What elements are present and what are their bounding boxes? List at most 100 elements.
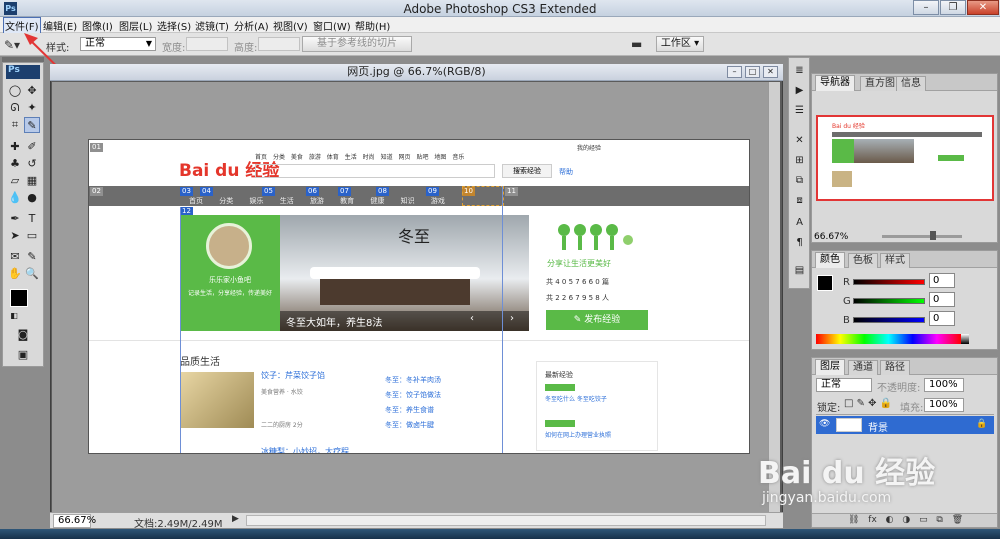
publish-button[interactable]: ✎ 发布经验 — [546, 310, 648, 330]
next-arrow-icon[interactable]: › — [510, 313, 514, 324]
paragraph-panel-icon[interactable]: ¶ — [793, 236, 806, 249]
tab-info[interactable]: 信息 — [896, 76, 926, 91]
blue-value[interactable]: 0 — [929, 311, 955, 326]
search-input[interactable] — [255, 164, 495, 178]
tab-color[interactable]: 颜色 — [815, 252, 845, 268]
status-menu-arrow-icon[interactable]: ▶ — [232, 514, 239, 524]
tab-navigator[interactable]: 导航器 — [815, 75, 855, 91]
sidebar-item[interactable]: 如何在网上办理营业执照 — [545, 430, 611, 439]
green-slider[interactable] — [853, 298, 925, 304]
article-thumbnail[interactable] — [180, 372, 254, 428]
tab-histogram[interactable]: 直方图 — [860, 76, 900, 91]
avatar[interactable] — [206, 223, 252, 269]
history-panel-icon[interactable]: ☰ — [793, 104, 806, 117]
article-title[interactable]: 冰糖梨：小妙招，大疗程 — [261, 446, 349, 453]
blue-slider[interactable] — [853, 317, 925, 323]
nav-link[interactable]: 贴吧 — [416, 154, 428, 161]
slice-label: 08 — [376, 187, 389, 196]
nav-link[interactable]: 知道 — [381, 154, 393, 161]
nav-link[interactable]: 音乐 — [452, 154, 464, 161]
tab-swatches[interactable]: 色板 — [848, 253, 878, 268]
list-item[interactable]: 冬至：饺子馅做法 — [385, 388, 441, 403]
navigator-panel: 导航器 直方图 信息 Bai du 经验 66.67% — [811, 73, 998, 243]
category-tab[interactable]: 分类 — [219, 197, 233, 205]
nav-link[interactable]: 旅游 — [309, 154, 321, 161]
navigator-zoom-slider[interactable] — [882, 235, 962, 238]
green-value[interactable]: 0 — [929, 292, 955, 307]
tab-paths[interactable]: 路径 — [880, 360, 910, 375]
red-value[interactable]: 0 — [929, 273, 955, 288]
info-panel-icon[interactable]: ▤ — [793, 264, 806, 277]
red-slider[interactable] — [853, 279, 925, 285]
doc-close-button[interactable]: ✕ — [763, 66, 778, 78]
slice-label: 01 — [90, 143, 103, 152]
fill-input[interactable]: 100% — [924, 398, 964, 412]
tab-styles[interactable]: 样式 — [880, 253, 910, 268]
brush-preset-icon[interactable]: ⧈ — [793, 194, 806, 207]
prev-arrow-icon[interactable]: ‹ — [470, 313, 474, 324]
category-tab[interactable]: 教育 — [340, 197, 354, 205]
list-item[interactable]: 冬至：冬补羊肉汤 — [385, 373, 441, 388]
fill-label: 填充: — [900, 403, 924, 414]
article-title[interactable]: 饺子：芹菜饺子馅 — [261, 370, 325, 381]
doc-minimize-button[interactable]: – — [727, 66, 742, 78]
grayscale-ramp[interactable] — [961, 334, 969, 344]
slice-label: 02 — [90, 187, 103, 196]
slice-label: 07 — [338, 187, 351, 196]
document-title-bar[interactable]: 网页.jpg @ 66.7%(RGB/8) – □ ✕ — [50, 64, 783, 81]
slide-banner[interactable]: 冬至 冬至大如年，养生8法 ‹ › — [280, 215, 529, 331]
layer-row[interactable]: 👁 背景 🔒 — [816, 416, 994, 434]
category-tab[interactable]: 游戏 — [431, 197, 445, 205]
navigator-preview[interactable]: Bai du 经验 — [816, 115, 994, 201]
opacity-input[interactable]: 100% — [924, 378, 964, 392]
horizontal-scrollbar[interactable] — [246, 515, 766, 526]
actions-panel-icon[interactable]: ▶ — [793, 84, 806, 97]
document-status-bar: 66.67% 文档:2.49M/2.49M ▶ — [50, 512, 783, 530]
tab-layers[interactable]: 图层 — [815, 359, 845, 375]
tool-presets-icon[interactable]: ✕ — [793, 134, 806, 147]
sidebar-item[interactable]: 冬至吃什么 冬至吃饺子 — [545, 394, 607, 403]
character-panel-icon[interactable]: A — [793, 216, 806, 229]
lock-icons[interactable]: □ ✎ ✥ 🔒 — [844, 398, 892, 409]
tab-channels[interactable]: 通道 — [848, 360, 878, 375]
nav-link[interactable]: 首页 — [255, 154, 267, 161]
nav-link[interactable]: 生活 — [345, 154, 357, 161]
brushes-panel-icon[interactable]: ≣ — [793, 64, 806, 77]
color-spectrum-bar[interactable] — [816, 334, 961, 344]
slice-label: 03 — [180, 187, 193, 196]
sidebar-box: 最新经验 冬至吃什么 冬至吃饺子 如何在网上办理营业执照 — [536, 361, 658, 451]
category-tab[interactable]: 生活 — [280, 197, 294, 205]
category-tab[interactable]: 知识 — [401, 197, 415, 205]
list-item[interactable]: 冬至：做卤牛腱 — [385, 418, 441, 433]
blend-mode-select[interactable]: 正常 — [816, 378, 872, 392]
status-badge — [545, 420, 575, 427]
search-button[interactable]: 搜索经验 — [502, 164, 552, 178]
nav-link[interactable]: 分类 — [273, 154, 285, 161]
nav-link[interactable]: 体育 — [327, 154, 339, 161]
top-nav-links: 首页 分类 美食 旅游 体育 生活 时尚 知道 网页 贴吧 地图 音乐 — [255, 152, 464, 161]
user-link[interactable]: 我的经验 — [577, 143, 601, 152]
doc-maximize-button[interactable]: □ — [745, 66, 760, 78]
category-tab[interactable]: 娱乐 — [249, 197, 263, 205]
selected-slice[interactable] — [462, 186, 504, 206]
panel-icon-dock: ≣ ▶ ☰ ✕ ⊞ ⧉ ⧈ A ¶ ▤ — [788, 57, 810, 289]
fg-color-chip[interactable] — [817, 275, 833, 291]
nav-link[interactable]: 美食 — [291, 154, 303, 161]
help-link[interactable]: 帮助 — [559, 167, 573, 177]
divider — [816, 414, 994, 415]
clone-source-icon[interactable]: ⊞ — [793, 154, 806, 167]
category-tab[interactable]: 首页 — [189, 197, 203, 205]
navigator-zoom[interactable]: 66.67% — [814, 232, 848, 242]
nav-link[interactable]: 网页 — [399, 154, 411, 161]
layer-comps-icon[interactable]: ⧉ — [793, 174, 806, 187]
category-tab[interactable]: 旅游 — [310, 197, 324, 205]
layers-bottom-toolbar[interactable]: ⛓ fx ◐ ◑ ▭ ⧉ 🗑 — [812, 513, 997, 527]
nav-link[interactable]: 地图 — [434, 154, 446, 161]
visibility-eye-icon[interactable]: 👁 — [819, 419, 830, 429]
zoom-level[interactable]: 66.67% — [53, 514, 96, 528]
category-tab[interactable]: 健康 — [370, 197, 384, 205]
nav-link[interactable]: 时尚 — [363, 154, 375, 161]
lock-label: 锁定: — [817, 403, 841, 414]
list-item[interactable]: 冬至：养生食谱 — [385, 403, 441, 418]
zoom-slider-thumb[interactable] — [930, 231, 936, 240]
